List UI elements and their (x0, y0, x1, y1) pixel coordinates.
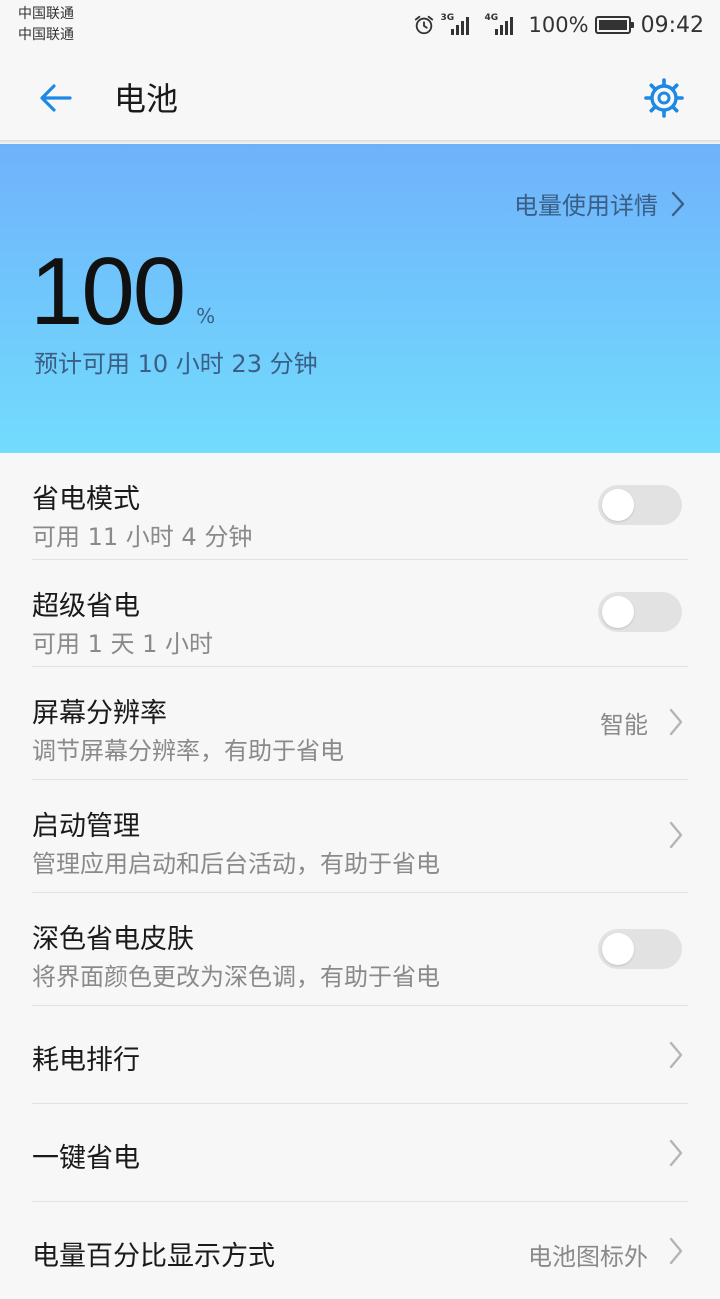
battery-level-display: 100 % (30, 242, 215, 342)
app-header: 电池 (0, 52, 720, 142)
setting-title: 耗电排行 (32, 1045, 140, 1076)
setting-title: 一键省电 (32, 1143, 140, 1174)
setting-value: 智能 (600, 711, 648, 739)
setting-subtitle: 可用 11 小时 4 分钟 (32, 523, 253, 551)
battery-level: 100 (30, 238, 186, 345)
setting-subtitle: 可用 1 天 1 小时 (32, 630, 214, 658)
clock: 09:42 (640, 12, 704, 38)
setting-screen-resolution[interactable]: 屏幕分辨率 调节屏幕分辨率，有助于省电 智能 (32, 667, 688, 780)
arrow-left-icon[interactable] (34, 76, 78, 120)
setting-ultra-power-saving[interactable]: 超级省电 可用 1 天 1 小时 (32, 560, 688, 667)
battery-estimate: 预计可用 10 小时 23 分钟 (34, 350, 318, 378)
status-indicators: 3G 4G 100% 09:42 (413, 10, 704, 40)
setting-title: 超级省电 (32, 591, 140, 622)
chevron-right-icon (669, 708, 683, 736)
setting-startup-manager[interactable]: 启动管理 管理应用启动和后台活动，有助于省电 (32, 780, 688, 893)
settings-list: 省电模式 可用 11 小时 4 分钟 超级省电 可用 1 天 1 小时 屏幕分辨… (0, 453, 720, 1299)
setting-one-tap-optimize[interactable]: 一键省电 (32, 1104, 688, 1202)
status-bar: 中国联通 中国联通 3G 4G 100% 09:42 (0, 0, 720, 52)
usage-details-link[interactable]: 电量使用详情 (514, 186, 686, 221)
battery-hero: 电量使用详情 100 % 预计可用 10 小时 23 分钟 (0, 144, 720, 453)
setting-title: 省电模式 (32, 484, 140, 515)
setting-subtitle: 将界面颜色更改为深色调，有助于省电 (32, 963, 440, 991)
battery-icon (594, 16, 634, 34)
chevron-right-icon (669, 1041, 683, 1069)
setting-title: 深色省电皮肤 (32, 924, 194, 955)
alarm-clock-icon (414, 15, 433, 35)
setting-title: 屏幕分辨率 (32, 698, 167, 729)
gear-icon[interactable] (642, 76, 686, 120)
ultra-power-saving-toggle[interactable] (598, 592, 682, 632)
setting-title: 启动管理 (32, 811, 140, 842)
usage-details-label: 电量使用详情 (514, 192, 658, 220)
power-saving-mode-toggle[interactable] (598, 485, 682, 525)
carrier-label-1: 中国联通 (18, 6, 74, 22)
page-title: 电池 (114, 80, 179, 118)
setting-power-ranking[interactable]: 耗电排行 (32, 1006, 688, 1104)
signal-4g-icon: 4G (485, 13, 523, 37)
setting-dark-skin[interactable]: 深色省电皮肤 将界面颜色更改为深色调，有助于省电 (32, 893, 688, 1006)
setting-value: 电池图标外 (528, 1243, 648, 1271)
battery-percent: 100% (528, 13, 589, 37)
dark-skin-toggle[interactable] (598, 929, 682, 969)
chevron-right-icon (671, 191, 685, 216)
carrier-label-2: 中国联通 (18, 27, 74, 43)
setting-battery-percentage-display[interactable]: 电量百分比显示方式 电池图标外 (32, 1202, 688, 1299)
chevron-right-icon (669, 821, 683, 849)
setting-subtitle: 调节屏幕分辨率，有助于省电 (32, 737, 344, 765)
signal-3g-icon: 3G (441, 13, 479, 37)
chevron-right-icon (669, 1237, 683, 1265)
setting-power-saving-mode[interactable]: 省电模式 可用 11 小时 4 分钟 (32, 453, 688, 560)
setting-title: 电量百分比显示方式 (32, 1241, 275, 1272)
battery-level-unit: % (196, 304, 216, 328)
setting-subtitle: 管理应用启动和后台活动，有助于省电 (32, 850, 440, 878)
chevron-right-icon (669, 1139, 683, 1167)
